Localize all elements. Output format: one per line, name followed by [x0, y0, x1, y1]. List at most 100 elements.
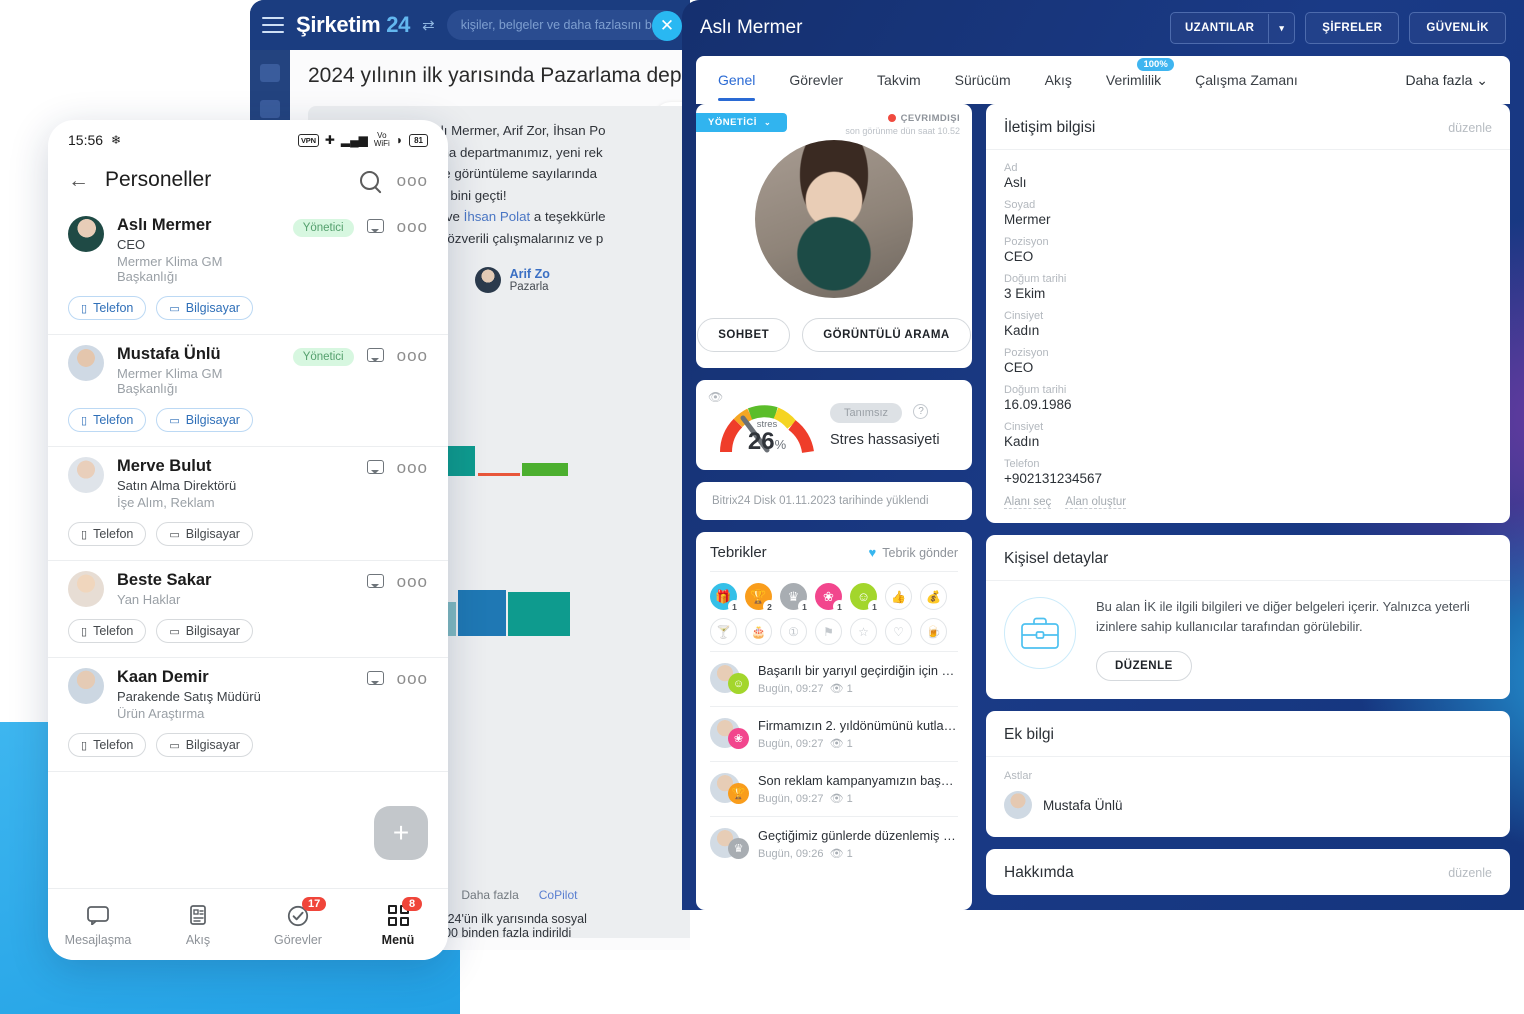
back-arrow-icon[interactable]: ←: [68, 170, 89, 191]
more-options-icon[interactable]: ooo: [397, 573, 428, 590]
tab-calisma-zamani[interactable]: Çalışma Zamanı: [1195, 72, 1298, 88]
chevron-down-icon: ⌄: [764, 118, 772, 127]
signal-icon: ▂▄▆: [340, 133, 368, 147]
list-item[interactable]: Merve Bulut Satın Alma Direktörü İşe Alı…: [48, 447, 448, 561]
flag-icon[interactable]: ⚑: [815, 618, 842, 645]
tag-computer[interactable]: ▭ Bilgisayar: [156, 733, 253, 757]
list-item[interactable]: Mustafa Ünlü Mermer Klima GM Başkanlığı …: [48, 335, 448, 447]
star-icon[interactable]: ☆: [850, 618, 877, 645]
more-options-icon[interactable]: ooo: [397, 172, 428, 189]
question-icon[interactable]: ?: [913, 403, 929, 419]
smiley-icon[interactable]: ☺ 1: [850, 583, 881, 613]
rail-icon-1[interactable]: [260, 64, 280, 82]
flower-icon[interactable]: ❀ 1: [815, 583, 846, 613]
employee-dept: İşe Alım, Reklam: [117, 495, 215, 510]
list-item[interactable]: ♛ Geçtiğimiz günlerde düzenlemiş o... Bu…: [710, 816, 958, 871]
chat-icon[interactable]: [366, 671, 384, 685]
number-one-icon[interactable]: ①: [780, 618, 807, 645]
list-item[interactable]: Aslı Mermer CEO Mermer Klima GM Başkanlı…: [48, 206, 448, 335]
edit-link[interactable]: düzenle: [1448, 866, 1492, 880]
passwords-button[interactable]: ŞİFRELER: [1305, 12, 1400, 44]
tag-phone[interactable]: ▯ Telefon: [68, 733, 147, 757]
more-options-icon[interactable]: ooo: [397, 347, 428, 364]
list-item[interactable]: ❀ Firmamızın 2. yıldönümünü kutlark... B…: [710, 706, 958, 761]
nav-item-tasks[interactable]: 17 Görevler: [248, 896, 348, 947]
tag-computer[interactable]: ▭ Bilgisayar: [156, 296, 253, 320]
chevron-down-icon: ⌄: [1476, 71, 1488, 88]
security-button[interactable]: GÜVENLİK: [1409, 12, 1506, 44]
send-congrats-button[interactable]: ♥ Tebrik gönder: [869, 545, 958, 560]
tab-takvim[interactable]: Takvim: [877, 72, 921, 88]
chat-button[interactable]: SOHBET: [697, 318, 791, 352]
video-call-button[interactable]: GÖRÜNTÜLÜ ARAMA: [802, 318, 971, 352]
list-item[interactable]: Beste Sakar Yan Haklar ooo ▯ Telefon ▭ Bil…: [48, 561, 448, 658]
avatar[interactable]: [755, 140, 913, 298]
tab-more[interactable]: Daha fazla ⌄: [1405, 72, 1488, 89]
phone-icon: ▯: [81, 302, 88, 315]
status-label: ÇEVRIMDIŞI: [900, 113, 960, 124]
close-icon[interactable]: ✕: [652, 11, 682, 41]
chevron-down-icon[interactable]: ▾: [1268, 13, 1294, 43]
thumbs-up-icon[interactable]: 👍: [885, 583, 912, 610]
chat-icon[interactable]: [366, 574, 384, 588]
extra-info-card: Ek bilgi Astlar Mustafa Ünlü: [986, 711, 1510, 838]
tag-phone[interactable]: ▯ Telefon: [68, 522, 147, 546]
manager-flag[interactable]: YÖNETİCİ ⌄: [696, 113, 788, 132]
more-options-icon[interactable]: ooo: [397, 459, 428, 476]
field-dogum-tarihi-1: Doğum tarihi 3 Ekim: [1004, 273, 1492, 301]
trophy-icon[interactable]: 🏆 2: [745, 583, 776, 613]
chat-icon[interactable]: [366, 460, 384, 474]
chat-icon[interactable]: [366, 348, 384, 362]
chat-icon: [48, 903, 148, 929]
cake-icon[interactable]: 🎂: [745, 618, 772, 645]
more-options-icon[interactable]: ooo: [397, 670, 428, 687]
tab-gorevler[interactable]: Görevler: [789, 72, 843, 88]
tab-verimlilik[interactable]: 100% Verimlilik: [1106, 58, 1174, 88]
nav-item-menu[interactable]: 8 Menü: [348, 896, 448, 947]
mobile-phone-mockup: 15:56 ❄ VPN ✚ ▂▄▆ Vo WiFi ◗ 81 ← Personel…: [48, 120, 448, 960]
more-options-icon[interactable]: ooo: [397, 218, 428, 235]
rail-icon-2[interactable]: [260, 100, 280, 118]
employee-role: CEO: [117, 237, 146, 252]
nav-item-feed[interactable]: Akış: [148, 903, 248, 947]
tag-phone[interactable]: ▯ Telefon: [68, 408, 147, 432]
gift-icon[interactable]: 🎁 1: [710, 583, 741, 613]
search-icon[interactable]: [359, 170, 379, 190]
badge-count: 2: [763, 600, 776, 613]
beer-icon[interactable]: 🍺: [920, 618, 947, 645]
crown-icon[interactable]: ♛ 1: [780, 583, 811, 613]
tag-computer[interactable]: ▭ Bilgisayar: [156, 522, 253, 546]
crown-icon: ♛: [728, 838, 749, 859]
tab-genel[interactable]: Genel: [718, 72, 756, 101]
tag-computer[interactable]: ▭ Bilgisayar: [156, 619, 253, 643]
chat-icon[interactable]: [366, 219, 384, 233]
list-item[interactable]: Kaan Demir Parakende Satış Müdürü Ürün A…: [48, 658, 448, 772]
tagged-person[interactable]: Arif Zo Pazarla: [474, 267, 550, 294]
tag-phone[interactable]: ▯ Telefon: [68, 619, 147, 643]
list-item[interactable]: 🏆 Son reklam kampanyamızın başarı... Bug…: [710, 761, 958, 816]
create-field-link[interactable]: Alan oluştur: [1065, 496, 1127, 509]
mention-link-2[interactable]: İhsan Polat: [464, 209, 531, 224]
cocktail-icon[interactable]: 🍸: [710, 618, 737, 645]
field-value: CEO: [1004, 249, 1034, 264]
add-button[interactable]: +: [374, 806, 428, 860]
extensions-button[interactable]: UZANTILAR ▾: [1169, 12, 1296, 44]
tag-phone[interactable]: ▯ Telefon: [68, 296, 147, 320]
select-field-link[interactable]: Alanı seç: [1004, 496, 1052, 509]
app-logo[interactable]: Şirketim 24: [296, 12, 410, 38]
list-item[interactable]: ☺ Başarılı bir yarıyıl geçirdiğin için s…: [710, 651, 958, 706]
nav-item-messaging[interactable]: Mesajlaşma: [48, 903, 148, 947]
edit-personal-button[interactable]: DÜZENLE: [1096, 651, 1192, 682]
global-search-input[interactable]: kişiler, belgeler ve daha fazlasını bul: [446, 10, 678, 40]
tab-akis[interactable]: Akış: [1045, 72, 1072, 88]
panel-header: Aslı Mermer UZANTILAR ▾ ŞİFRELER GÜVENLİ…: [682, 0, 1524, 56]
hamburger-menu-icon[interactable]: [262, 17, 284, 33]
gauge-value: 26%: [718, 430, 816, 454]
tag-computer[interactable]: ▭ Bilgisayar: [156, 408, 253, 432]
switch-icon[interactable]: ⇄: [422, 16, 435, 34]
subordinate-item[interactable]: Mustafa Ünlü: [1004, 791, 1492, 820]
tab-surucum[interactable]: Sürücüm: [955, 72, 1011, 88]
heart-outline-icon[interactable]: ♡: [885, 618, 912, 645]
money-bag-icon[interactable]: 💰: [920, 583, 947, 610]
edit-link[interactable]: düzenle: [1448, 121, 1492, 135]
